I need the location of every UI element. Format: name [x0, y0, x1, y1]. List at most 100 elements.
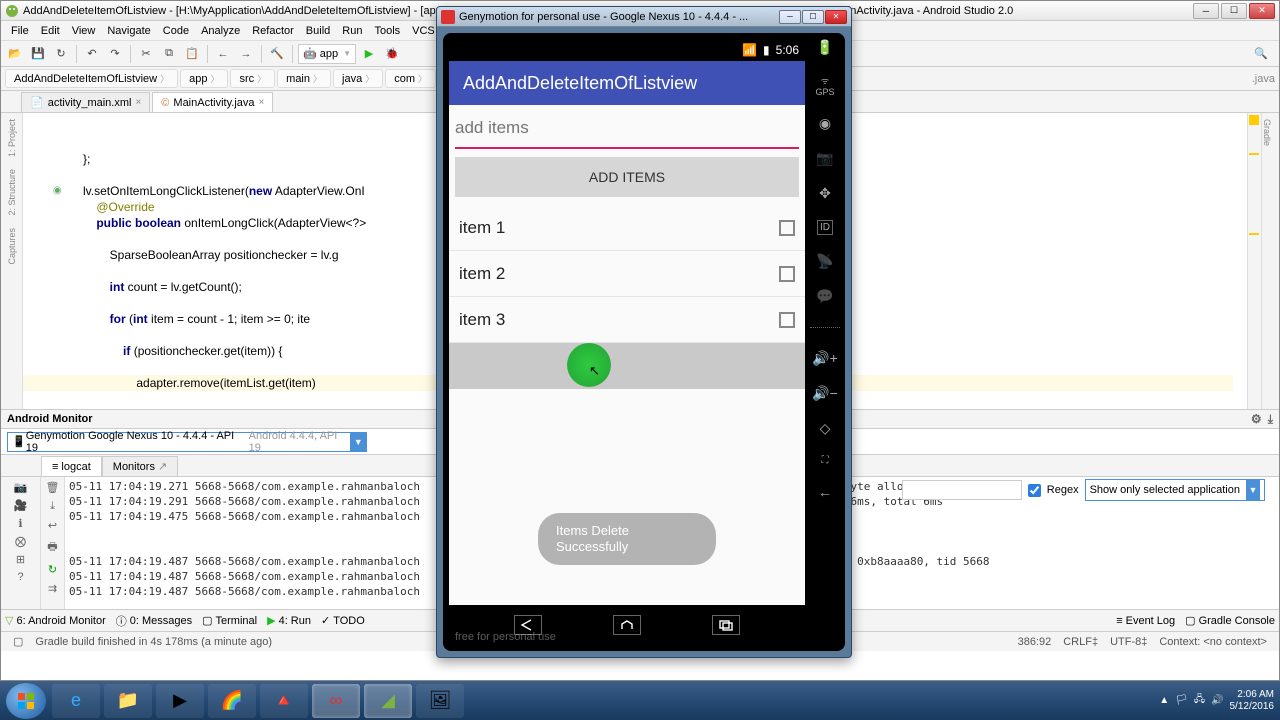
taskbar-chrome[interactable]: 🌈: [208, 684, 256, 718]
pixel-perfect-icon[interactable]: ⛶: [822, 455, 829, 466]
tab-activity-main[interactable]: 📄 activity_main.xml ×: [21, 92, 150, 112]
taskbar-vlc[interactable]: 🔺: [260, 684, 308, 718]
crumb-src[interactable]: src〉: [230, 69, 275, 88]
android-status-bar[interactable]: 📶 ▮ 5:06: [449, 39, 805, 61]
list-item-pressed[interactable]: ↖: [449, 343, 805, 389]
gradle-tool-button[interactable]: Gradle: [1262, 119, 1272, 146]
tool-event-log[interactable]: ≡Event Log: [1116, 615, 1175, 627]
add-items-button[interactable]: ADD ITEMS: [455, 157, 799, 197]
paste-icon[interactable]: 📋: [182, 44, 202, 64]
project-tool-button[interactable]: 1: Project: [7, 119, 17, 157]
rotate-icon[interactable]: ◇: [820, 420, 831, 437]
network-widget-icon[interactable]: 📡: [816, 253, 833, 270]
menu-code[interactable]: Code: [157, 25, 195, 37]
undo-icon[interactable]: ↶: [82, 44, 102, 64]
menu-navigate[interactable]: Navigate: [101, 25, 156, 37]
tool-gradle-console[interactable]: ▢Gradle Console: [1185, 614, 1275, 627]
identifier-widget-icon[interactable]: ID: [817, 220, 833, 235]
tray-network-icon[interactable]: 🖧: [1194, 692, 1205, 709]
make-icon[interactable]: 🔨: [267, 44, 287, 64]
override-icon[interactable]: ◉: [53, 183, 77, 199]
run-icon[interactable]: ▶: [359, 44, 379, 64]
add-items-input[interactable]: add items: [455, 109, 799, 149]
tray-clock[interactable]: 2:06 AM 5/12/2016: [1230, 689, 1275, 713]
print-icon[interactable]: 🖶: [47, 538, 57, 557]
taskbar-ie[interactable]: e: [52, 684, 100, 718]
crumb-java[interactable]: java〉: [333, 69, 383, 88]
restart-icon[interactable]: ↻: [48, 563, 57, 576]
record-icon[interactable]: 🎥: [14, 499, 28, 512]
tray-volume-icon[interactable]: 🔊: [1211, 695, 1223, 706]
menu-view[interactable]: View: [66, 25, 102, 37]
menu-analyze[interactable]: Analyze: [195, 25, 246, 37]
tool-android-monitor[interactable]: ▽6: Android Monitor: [5, 614, 106, 627]
taskbar-media[interactable]: ▶: [156, 684, 204, 718]
screenshot-icon[interactable]: 📷: [14, 481, 28, 494]
analysis-status-icon[interactable]: [1249, 115, 1259, 125]
search-icon[interactable]: 🔍: [1251, 44, 1271, 64]
log-level-combo[interactable]: Show only selected application ▼: [1085, 479, 1265, 501]
forward-icon[interactable]: →: [236, 44, 256, 64]
capture-widget-icon[interactable]: 📷: [816, 150, 833, 167]
home-button[interactable]: [613, 615, 641, 635]
file-encoding[interactable]: UTF-8‡: [1110, 636, 1147, 648]
system-tray[interactable]: ▲ 🏳 🖧 🔊 2:06 AM 5/12/2016: [1159, 689, 1278, 713]
list-item[interactable]: item 1: [449, 205, 805, 251]
menu-run[interactable]: Run: [336, 25, 368, 37]
run-config-combo[interactable]: 🤖 app ▼: [298, 44, 356, 64]
close-tab-icon[interactable]: ×: [135, 97, 141, 108]
redo-icon[interactable]: ↷: [105, 44, 125, 64]
phone-widget-icon[interactable]: 💬: [816, 288, 833, 305]
settings-icon[interactable]: ⇉: [48, 582, 57, 595]
terminate-icon[interactable]: ⨂: [15, 535, 26, 548]
list-item[interactable]: item 2: [449, 251, 805, 297]
caret-position[interactable]: 386:92: [1018, 636, 1052, 648]
system-info-icon[interactable]: ℹ: [18, 517, 22, 530]
settings-icon[interactable]: ⚙: [1251, 412, 1262, 426]
tab-mainactivity[interactable]: © MainActivity.java ×: [152, 92, 273, 112]
tool-todo[interactable]: ✓TODO: [321, 614, 365, 627]
taskbar-genymotion[interactable]: ∞: [312, 684, 360, 718]
recents-button[interactable]: [712, 615, 740, 635]
move-widget-icon[interactable]: ✥: [819, 185, 831, 202]
open-file-icon[interactable]: 📂: [5, 44, 25, 64]
tool-run[interactable]: ▶4: Run: [267, 614, 311, 627]
maximize-button[interactable]: ☐: [1221, 3, 1247, 19]
crumb-app[interactable]: app〉: [180, 69, 228, 88]
menu-edit[interactable]: Edit: [35, 25, 66, 37]
sync-icon[interactable]: ↻: [51, 44, 71, 64]
menu-refactor[interactable]: Refactor: [246, 25, 300, 37]
crumb-main[interactable]: main〉: [277, 69, 331, 88]
crumb-project[interactable]: AddAndDeleteItemOfListview〉: [5, 69, 178, 88]
lock-icon[interactable]: ▢: [13, 635, 23, 648]
battery-widget-icon[interactable]: 🔋: [816, 39, 833, 56]
error-stripe[interactable]: [1247, 113, 1261, 409]
structure-tool-button[interactable]: 2: Structure: [7, 169, 17, 216]
genymotion-window[interactable]: Genymotion for personal use - Google Nex…: [436, 6, 852, 658]
context-label[interactable]: Context: <no context>: [1159, 636, 1267, 648]
taskbar-app[interactable]: 🖼: [416, 684, 464, 718]
menu-file[interactable]: File: [5, 25, 35, 37]
captures-tool-button[interactable]: Captures: [7, 228, 17, 265]
item-checkbox[interactable]: [779, 266, 795, 282]
genymotion-titlebar[interactable]: Genymotion for personal use - Google Nex…: [437, 7, 851, 27]
hide-icon[interactable]: ⤓: [1268, 412, 1273, 427]
volume-down-icon[interactable]: 🔊−: [812, 385, 838, 402]
help-icon[interactable]: ?: [17, 571, 23, 583]
tray-flag-icon[interactable]: ▲: [1159, 695, 1169, 706]
start-button[interactable]: [6, 683, 46, 719]
tool-messages[interactable]: ⓘ0: Messages: [116, 613, 192, 629]
tray-action-center-icon[interactable]: 🏳: [1175, 695, 1188, 706]
menu-tools[interactable]: Tools: [368, 25, 406, 37]
taskbar-android-studio[interactable]: ◢: [364, 684, 412, 718]
close-tab-icon[interactable]: ×: [259, 97, 265, 108]
back-icon[interactable]: ←: [818, 484, 832, 500]
tab-logcat[interactable]: ≡logcat: [41, 456, 102, 476]
save-icon[interactable]: 💾: [28, 44, 48, 64]
close-button[interactable]: ✕: [825, 10, 847, 24]
gps-widget-icon[interactable]: ᯤGPS: [815, 74, 834, 97]
volume-up-icon[interactable]: 🔊+: [812, 350, 838, 367]
device-combo[interactable]: 📱 Genymotion Google Nexus 10 - 4.4.4 - A…: [7, 432, 367, 452]
maximize-button[interactable]: ☐: [802, 10, 824, 24]
minimize-button[interactable]: ─: [1193, 3, 1219, 19]
